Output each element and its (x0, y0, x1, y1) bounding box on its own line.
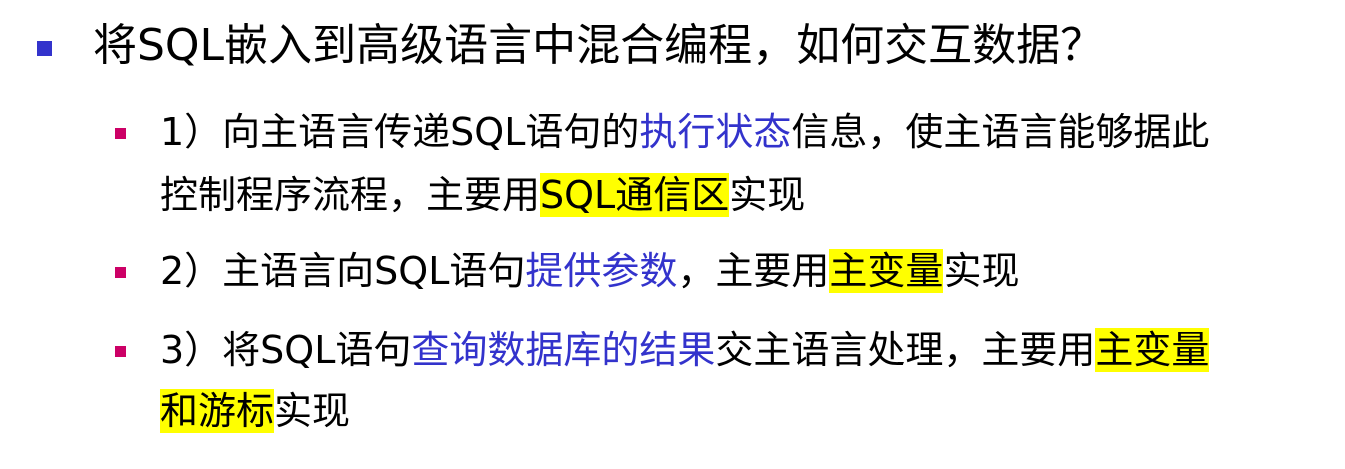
item-3-middle: 交主语言处理，主要用 (715, 328, 1096, 372)
item-1-line-1: 1）向主语言传递SQL语句的执行状态信息，使主语言能够据此 (160, 103, 1209, 161)
item-3-line-2-suffix: 实现 (274, 389, 351, 433)
item-2-highlight: 主变量 (829, 249, 944, 293)
item-1-emphasis: 执行状态 (639, 110, 792, 154)
item-3-highlight: 主变量 (1095, 328, 1210, 372)
item-3-line-2: 和游标实现 (160, 382, 350, 440)
sub-bullet-icon (115, 128, 126, 139)
main-bullet-icon (37, 41, 52, 56)
slide-title: 将SQL嵌入到高级语言中混合编程，如何交互数据？ (93, 20, 1105, 71)
item-1-line-1-suffix: 信息，使主语言能够据此 (791, 110, 1210, 154)
item-2-line-1: 2）主语言向SQL语句提供参数，主要用主变量实现 (160, 242, 1019, 300)
item-1-line-2-suffix: 实现 (729, 173, 806, 217)
item-1-line-1-prefix: 1）向主语言传递SQL语句的 (160, 110, 640, 154)
item-3-emphasis: 查询数据库的结果 (411, 328, 716, 372)
item-3-line-2-highlight: 和游标 (160, 389, 275, 433)
item-2-suffix: 实现 (943, 249, 1020, 293)
item-2-prefix: 2）主语言向SQL语句 (160, 249, 526, 293)
item-3-prefix: 3）将SQL语句 (160, 328, 412, 372)
item-2-middle: ，主要用 (677, 249, 830, 293)
sub-bullet-icon (115, 267, 126, 278)
item-1-highlight: SQL通信区 (540, 173, 730, 217)
item-1-line-2: 控制程序流程，主要用SQL通信区实现 (160, 166, 805, 224)
item-2-emphasis: 提供参数 (525, 249, 678, 293)
sub-bullet-icon (115, 346, 126, 357)
item-3-line-1: 3）将SQL语句查询数据库的结果交主语言处理，主要用主变量 (160, 321, 1210, 379)
slide: 将SQL嵌入到高级语言中混合编程，如何交互数据？ 1）向主语言传递SQL语句的执… (0, 0, 1345, 469)
item-1-line-2-prefix: 控制程序流程，主要用 (160, 173, 541, 217)
